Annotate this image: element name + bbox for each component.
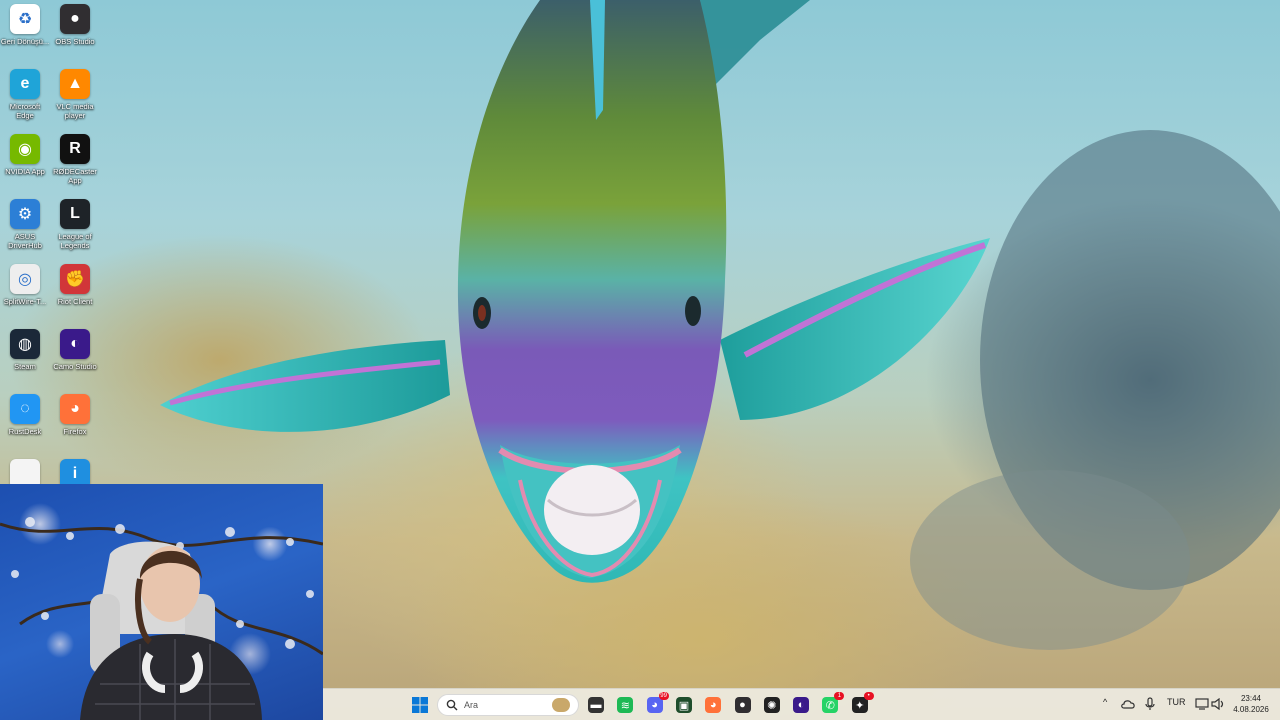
desktop-icon-rodecaster[interactable]: R RØDECaster App [50,134,100,194]
riot-icon: ✊ [60,264,90,294]
desktop-icon-label: OBS Studio [55,37,95,46]
desktop-icon-label: NVIDIA App [5,167,45,176]
clock-time: 23:44 [1240,694,1262,703]
desktop-icon-label: Riot Client [57,297,93,306]
spotify-icon: ≋ [617,697,634,713]
taskbar-spotify[interactable]: ≋ [614,694,636,716]
taskbar-file-explorer[interactable]: ▬ [585,694,607,716]
search-icon [446,699,458,711]
desktop-icon-label: Steam [14,362,36,371]
desktop-icon-label: SplitWire-T... [3,297,47,306]
notification-badge: 99 [658,692,669,700]
rustdesk-icon: ◌ [10,394,40,424]
taskbar-firefox[interactable]: ◕ [702,694,724,716]
desktop-icon-label: Firefox [63,427,87,436]
taskbar-whatsapp[interactable]: ✆ 1 [819,692,845,716]
desktop-icon-rustdesk[interactable]: ◌ RustDesk [0,394,50,454]
volume-icon[interactable] [1211,698,1225,710]
desktop-icon-riot-client[interactable]: ✊ Riot Client [50,264,100,324]
taskbar-chatgpt[interactable]: ✺ [761,694,783,716]
system-clock[interactable]: 23:44 4.08.2026 [1229,693,1273,715]
display-icon[interactable] [1195,698,1209,710]
notification-badge: 1 [834,692,845,700]
camo-icon: ◐ [60,329,90,359]
desktop-icon-obs-studio[interactable]: ● OBS Studio [50,4,100,64]
globe-icon: ◎ [10,264,40,294]
taskbar-camo-studio[interactable]: ◐ [790,694,812,716]
taskbar-discord[interactable]: ◕ 99 [644,692,669,716]
desktop-icon-label: RØDECaster App [53,167,97,185]
tray-overflow-chevron[interactable]: ^ [1103,697,1107,707]
nvidia-icon: ◉ [10,134,40,164]
search-placeholder: Ara [464,700,479,710]
obs-icon: ● [60,4,90,34]
desktop-icon-asus-driverhub[interactable]: ⚙ ASUS DriverHub [0,199,50,259]
edge-icon: e [10,69,40,99]
desktop-icon-label: ASUS DriverHub [8,232,42,250]
vlc-cone-icon: ▲ [60,69,90,99]
chatgpt-icon: ✺ [763,697,780,713]
windows-logo-icon [412,697,428,713]
onedrive-icon[interactable] [1121,699,1135,709]
firefox-icon: ◕ [60,394,90,424]
taskbar-davinci-resolve[interactable]: ✦ • [849,692,874,716]
desktop-icon-nvidia-app[interactable]: ◉ NVIDIA App [0,134,50,194]
rode-icon: R [60,134,90,164]
language-indicator[interactable]: TUR [1167,697,1186,707]
desktop-icon-label: Camo Studio [53,362,97,371]
microphone-icon[interactable] [1145,697,1155,711]
notification-badge: • [863,692,874,700]
desktop-icon-league-of-legends[interactable]: L League of Legends [50,199,100,259]
desktop-icon-label: RustDesk [8,427,42,436]
webcam-overlay [0,484,323,720]
folder-icon: ▬ [588,697,604,713]
desktop-icon-vlc[interactable]: ▲ VLC media player [50,69,100,129]
taskbar-obs-studio[interactable]: ● [732,694,754,716]
taskbar-terminal-app[interactable]: ▣ [673,694,695,716]
desktop-icon-label: Microsoft Edge [9,102,41,120]
desktop-icon-label: League of Legends [58,232,92,250]
recycle-bin-icon: ♻ [10,4,40,34]
camo-icon: ◐ [793,697,810,713]
desktop-icon-label: VLC media player [56,102,94,120]
start-button[interactable] [409,694,431,716]
steam-icon: ◍ [10,329,40,359]
clock-date: 4.08.2026 [1233,705,1269,714]
desktop-icon-label: Geri Dönüşü... [0,37,50,46]
desktop-icon-firefox[interactable]: ◕ Firefox [50,394,100,454]
obs-icon: ● [734,697,751,713]
firefox-icon: ◕ [705,697,722,713]
desktop: ♻ Geri Dönüşü... e Microsoft Edge ◉ NVIDIA Ap… [0,0,1280,720]
desktop-icon-recycle-bin[interactable]: ♻ Geri Dönüşü... [0,4,50,64]
lol-icon: L [60,199,90,229]
desktop-icon-camo-studio[interactable]: ◐ Camo Studio [50,329,100,389]
search-highlight-icon [552,698,570,712]
taskbar: Ara ▬ ≋ ◕ 99 ▣ ◕ ● ✺ ◐ ✆ 1 ✦ • ^ TUR 23:44 4.08.2026 [323,688,1280,720]
webcam-feed-image [0,517,323,720]
taskbar-search-box[interactable]: Ara [437,694,579,716]
terminal-icon: ▣ [675,697,692,713]
gear-icon: ⚙ [10,199,40,229]
desktop-icon-microsoft-edge[interactable]: e Microsoft Edge [0,69,50,129]
desktop-icon-splitwire[interactable]: ◎ SplitWire-T... [0,264,50,324]
desktop-icon-steam[interactable]: ◍ Steam [0,329,50,389]
